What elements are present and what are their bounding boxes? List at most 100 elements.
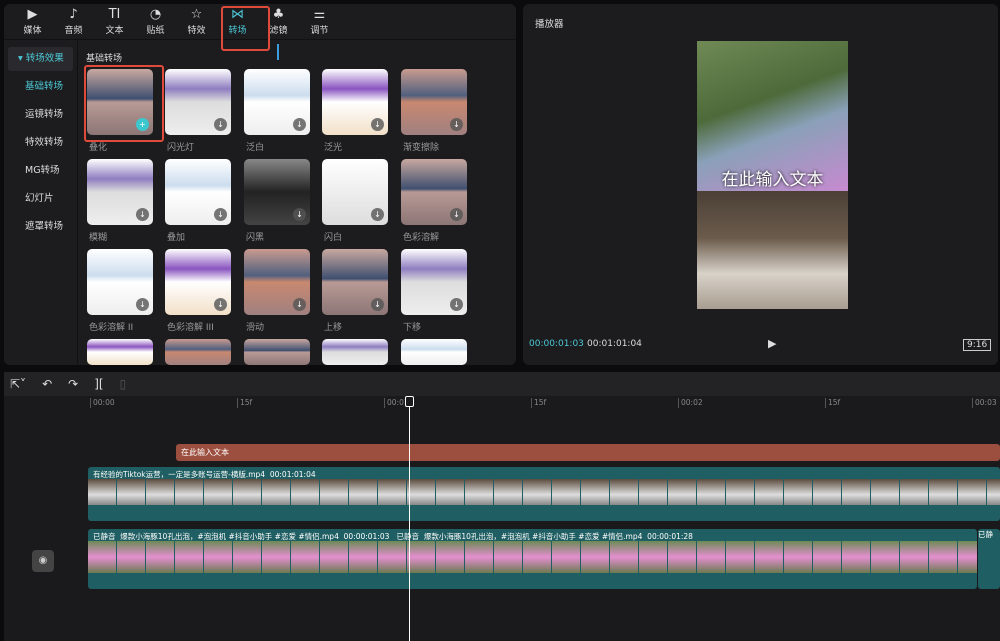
frame-thumbnail xyxy=(697,541,725,573)
frame-thumbnail xyxy=(581,479,609,505)
frame-thumbnail xyxy=(88,541,116,573)
frame-thumbnail xyxy=(262,541,290,573)
frame-thumbnail xyxy=(204,541,232,573)
sidebar-item-slideshow[interactable]: 幻灯片 xyxy=(4,185,77,213)
sidebar-item-basic[interactable]: 基础转场 xyxy=(4,73,77,101)
highlight-box xyxy=(221,6,270,51)
tab-text[interactable]: TI 文本 xyxy=(94,4,135,39)
transition-thumbnail[interactable]: ↓ xyxy=(87,249,153,315)
total-time: 00:01:01:04 xyxy=(587,339,642,349)
download-icon[interactable]: ↓ xyxy=(371,118,384,131)
delete-icon[interactable]: ▯ xyxy=(120,377,127,391)
ruler-tick: 15f xyxy=(237,398,252,408)
frame-thumbnail xyxy=(639,479,667,505)
download-icon[interactable]: ↓ xyxy=(450,118,463,131)
download-icon[interactable]: ↓ xyxy=(214,298,227,311)
transition-thumbnail[interactable]: ↓ xyxy=(244,159,310,225)
ruler-tick: 15f xyxy=(825,398,840,408)
transition-thumbnail[interactable]: ↓ xyxy=(322,249,388,315)
download-icon[interactable]: ↓ xyxy=(136,298,149,311)
tab-adjust[interactable]: ⚌ 调节 xyxy=(299,4,340,39)
transition-thumbnail[interactable]: ↓ xyxy=(401,69,467,135)
frame-thumbnail xyxy=(842,479,870,505)
transition-thumbnail[interactable]: ↓ xyxy=(165,159,231,225)
sidebar-item-mg[interactable]: MG转场 xyxy=(4,157,77,185)
frame-thumbnail xyxy=(117,479,145,505)
sidebar-item-mask[interactable]: 遮罩转场 xyxy=(4,213,77,241)
transition-label: 下移 xyxy=(403,323,422,333)
frame-thumbnail xyxy=(320,541,348,573)
redo-icon[interactable]: ↷ xyxy=(68,377,78,391)
current-time: 00:00:01:03 xyxy=(529,339,584,349)
download-icon[interactable]: ↓ xyxy=(371,298,384,311)
split-icon[interactable]: ][ xyxy=(94,377,103,391)
video-frames xyxy=(88,541,977,573)
playhead[interactable] xyxy=(409,396,410,641)
frame-thumbnail xyxy=(929,479,957,505)
select-tool-icon[interactable]: ⇱˅ xyxy=(10,377,26,391)
frame-thumbnail xyxy=(755,479,783,505)
transition-thumbnail[interactable] xyxy=(401,339,467,365)
frame-thumbnail xyxy=(146,541,174,573)
video-preview: 在此输入文本 xyxy=(697,41,848,309)
transition-label: 泛白 xyxy=(246,143,265,153)
playhead-handle[interactable] xyxy=(405,396,414,407)
text-clip[interactable]: 在此输入文本 xyxy=(176,444,1000,461)
transition-thumbnail[interactable] xyxy=(165,339,231,365)
download-icon[interactable]: ↓ xyxy=(293,298,306,311)
frame-thumbnail xyxy=(958,479,986,505)
download-icon[interactable]: ↓ xyxy=(214,118,227,131)
transition-thumbnail[interactable] xyxy=(244,339,310,365)
download-icon[interactable]: ↓ xyxy=(371,208,384,221)
audio-icon: ♪ xyxy=(69,7,78,22)
frame-thumbnail xyxy=(929,541,957,573)
frame-thumbnail xyxy=(668,541,696,573)
sidebar-item-special[interactable]: 特效转场 xyxy=(4,129,77,157)
tab-audio[interactable]: ♪ 音频 xyxy=(53,4,94,39)
transition-thumbnail[interactable]: ↓ xyxy=(165,69,231,135)
cover-button[interactable]: ◉ xyxy=(32,550,54,572)
sub-video-clip[interactable]: 已静音 爆款小海豚10孔出泡，#泡泡机 #抖音小助手 #恋爱 #情侣.mp4 0… xyxy=(88,529,977,589)
highlight-box xyxy=(84,65,164,142)
adjust-icon: ⚌ xyxy=(313,7,326,22)
main-video-clip[interactable]: 有经验的Tiktok运营，一定是多账号运营-横版.mp4 00:01:01:04 xyxy=(88,467,1000,521)
download-icon[interactable]: ↓ xyxy=(293,208,306,221)
transition-label: 闪白 xyxy=(324,233,343,243)
frame-thumbnail xyxy=(291,541,319,573)
transition-thumbnail[interactable]: ↓ xyxy=(322,69,388,135)
transition-thumbnail[interactable]: ↓ xyxy=(87,159,153,225)
ruler-tick: 15f xyxy=(531,398,546,408)
sidebar-item-transition-effects[interactable]: ▾ 转场效果 xyxy=(8,47,73,71)
transition-thumbnail[interactable]: ↓ xyxy=(244,69,310,135)
player-panel: 播放器 在此输入文本 00:00:01:03 00:01:01:04 ▶ 9:1… xyxy=(523,4,998,365)
download-icon[interactable]: ↓ xyxy=(214,208,227,221)
transition-thumbnail[interactable]: ↓ xyxy=(322,159,388,225)
frame-thumbnail xyxy=(755,541,783,573)
frame-thumbnail xyxy=(987,479,1000,505)
tab-sticker[interactable]: ◔ 贴纸 xyxy=(135,4,176,39)
frame-thumbnail xyxy=(610,541,638,573)
sub-video-clip[interactable]: 已静 xyxy=(978,529,1000,589)
sidebar-item-camera[interactable]: 运镜转场 xyxy=(4,101,77,129)
undo-icon[interactable]: ↶ xyxy=(42,377,52,391)
download-icon[interactable]: ↓ xyxy=(293,118,306,131)
download-icon[interactable]: ↓ xyxy=(450,298,463,311)
transition-thumbnail[interactable] xyxy=(322,339,388,365)
filter-icon: ♣ xyxy=(272,7,285,22)
frame-thumbnail xyxy=(320,479,348,505)
download-icon[interactable]: ↓ xyxy=(136,208,149,221)
download-icon[interactable]: ↓ xyxy=(450,208,463,221)
transition-thumbnail[interactable]: ↓ xyxy=(401,159,467,225)
frame-thumbnail xyxy=(813,479,841,505)
transition-thumbnail[interactable] xyxy=(87,339,153,365)
play-button[interactable]: ▶ xyxy=(768,337,776,350)
tab-media[interactable]: ▶ 媒体 xyxy=(12,4,53,39)
aspect-ratio-button[interactable]: 9:16 xyxy=(963,339,992,351)
transition-thumbnail[interactable]: ↓ xyxy=(401,249,467,315)
frame-thumbnail xyxy=(88,479,116,505)
tab-effects[interactable]: ☆ 特效 xyxy=(176,4,217,39)
transition-thumbnail[interactable]: ↓ xyxy=(244,249,310,315)
transition-thumbnail[interactable]: ↓ xyxy=(165,249,231,315)
frame-thumbnail xyxy=(175,479,203,505)
frame-thumbnail xyxy=(233,541,261,573)
